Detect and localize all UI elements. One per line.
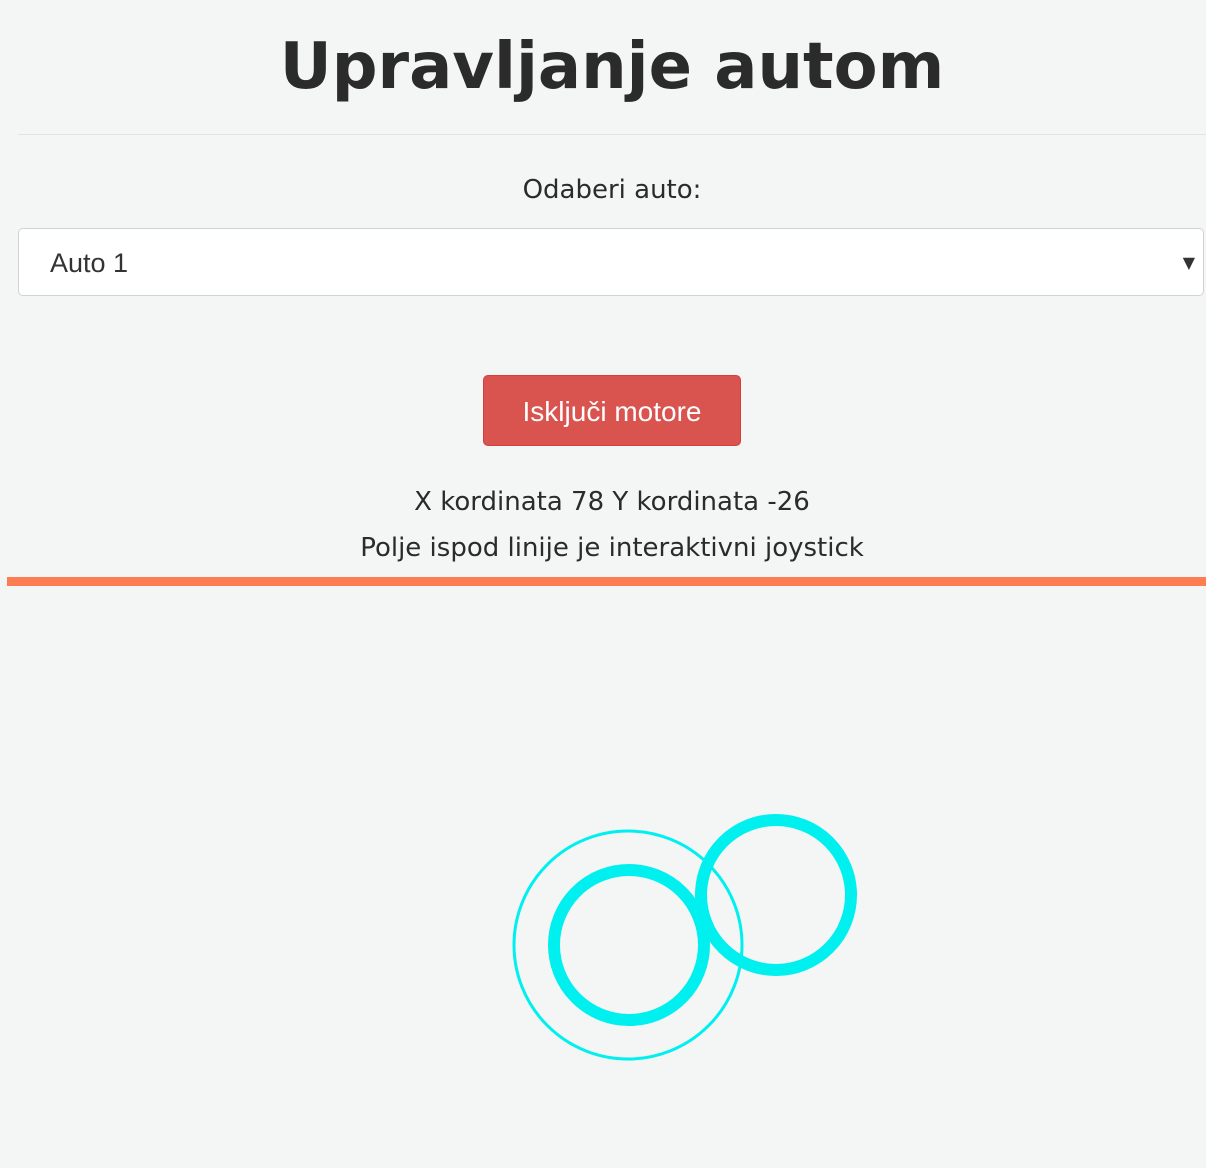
joystick-hint: Polje ispod linije je interaktivni joyst… [360,533,864,563]
triangle-down-icon: ▼ [1182,253,1195,272]
car-select-value: Auto 1 [50,248,129,278]
joystick-canvas [512,814,857,1061]
joystick-inner-ring [548,864,710,1026]
stop-motors-button[interactable]: Isključi motore [483,375,741,446]
joystick-divider-line [7,577,1206,586]
title-divider [18,134,1206,135]
car-select[interactable]: Auto 1 ▼ [18,228,1204,296]
page: Upravljanje autom Odaberi auto: Auto 1 ▼… [0,0,1206,1168]
joystick-knob[interactable] [695,814,857,976]
coordinates-readout: X kordinata 78 Y kordinata -26 [414,487,810,517]
car-select-label: Odaberi auto: [522,175,702,205]
joystick-area[interactable] [7,586,1206,1168]
page-title: Upravljanje autom [279,30,945,104]
